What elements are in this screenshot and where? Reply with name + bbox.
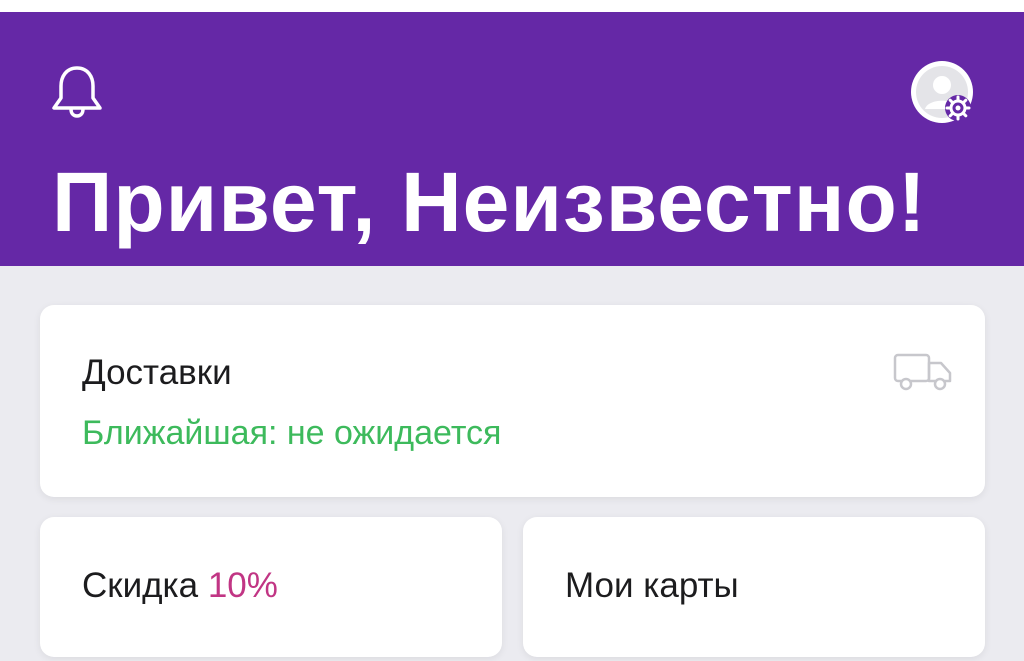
avatar-settings-icon[interactable] (908, 58, 980, 130)
greeting-title: Привет, Неизвестно! (52, 155, 927, 249)
discount-value: 10% (207, 566, 278, 605)
deliveries-title: Доставки (82, 353, 232, 392)
truck-icon (892, 351, 954, 393)
deliveries-card[interactable]: Доставки Ближайшая: не ожидается (40, 305, 985, 497)
discount-label: Скидка (82, 566, 199, 605)
status-strip (0, 0, 1024, 12)
my-cards-title: Мои карты (565, 566, 739, 605)
discount-card[interactable]: Скидка 10% (40, 517, 502, 657)
header: Привет, Неизвестно! (0, 12, 1024, 266)
nearest-delivery-status: Ближайшая: не ожидается (82, 414, 502, 452)
discount-title: Скидка 10% (82, 568, 278, 603)
my-cards-card[interactable]: Мои карты (523, 517, 985, 657)
bell-icon[interactable] (46, 58, 108, 120)
